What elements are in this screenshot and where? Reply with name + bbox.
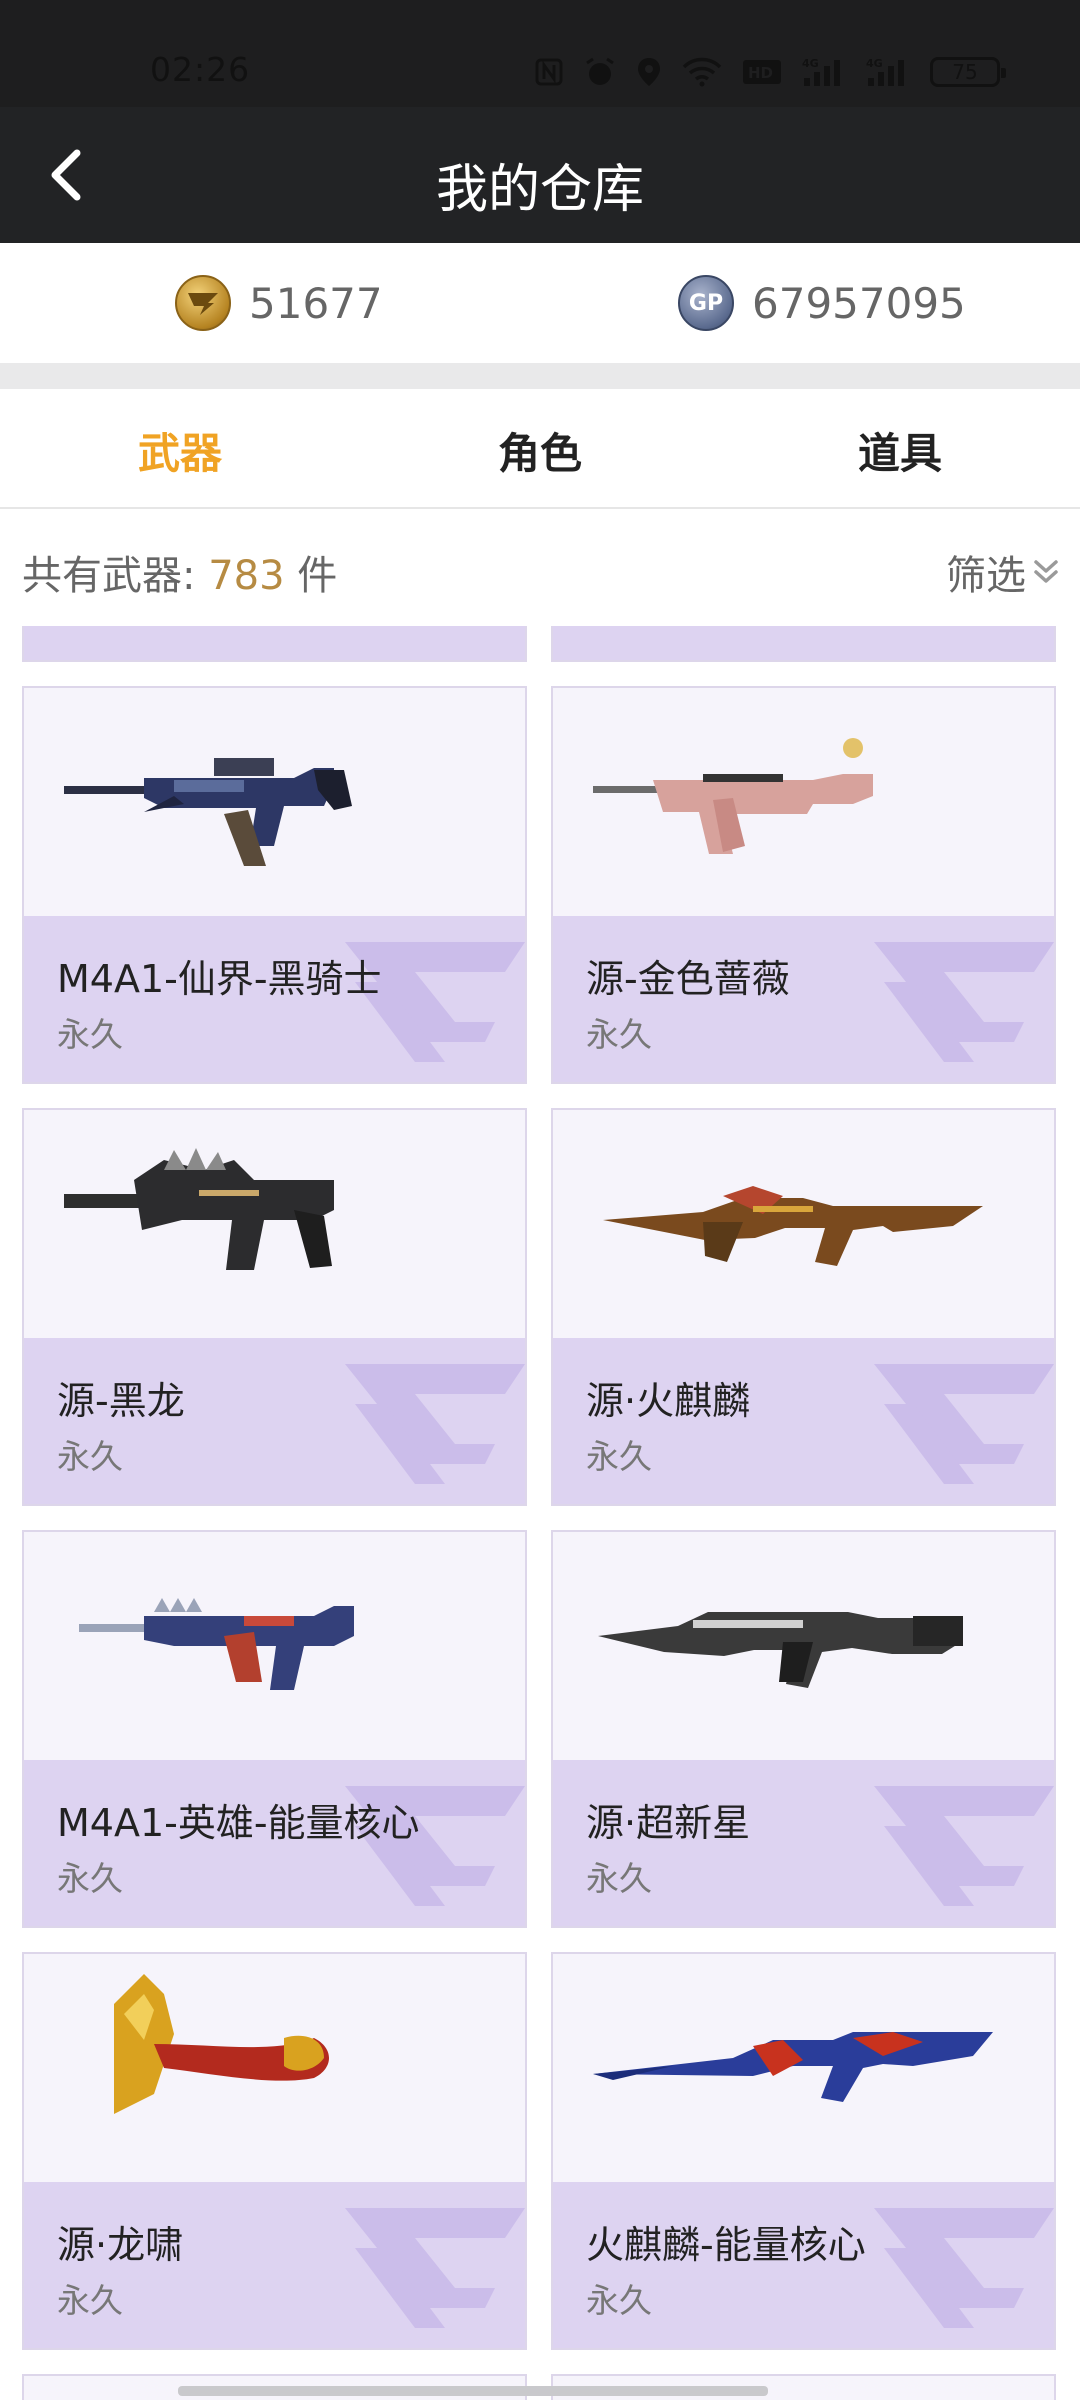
weapon-image: [24, 688, 525, 916]
weapon-info: M4A1-仙界-黑骑士 永久: [24, 916, 525, 1082]
double-chevron-down-icon: [1034, 560, 1058, 583]
weapon-card-partial[interactable]: [22, 626, 527, 662]
location-icon: [636, 56, 662, 88]
nav-bar: 我的仓库: [0, 107, 1080, 243]
tab-items[interactable]: 道具: [720, 389, 1080, 509]
weapon-image: [24, 1954, 525, 2182]
weapon-duration: 永久: [57, 1437, 123, 1476]
weapon-card[interactable]: M4A1-英雄-能量核心 永久: [22, 1530, 527, 1928]
weapon-card[interactable]: 源·龙啸 永久: [22, 1952, 527, 2350]
battery-icon: 75: [930, 57, 1006, 87]
cf-watermark-icon: [874, 1786, 1054, 1906]
weapon-name: 源·龙啸: [57, 2223, 184, 2267]
weapon-grid: M4A1-仙界-黑骑士 永久 源-金色蔷薇 永久 源-黑龙 永久 源·火麒麟 永…: [0, 626, 1080, 2400]
status-bar: 02:26 HD 4G 4G 75: [0, 0, 1080, 107]
alarm-icon: [584, 56, 616, 88]
weapon-info: 源-金色蔷薇 永久: [553, 916, 1054, 1082]
cf-watermark-icon: [345, 2208, 525, 2328]
category-tabs: 武器 角色 道具: [0, 389, 1080, 509]
weapon-count-value: 783: [208, 553, 285, 599]
weapon-image: [553, 1532, 1054, 1760]
weapon-image: [24, 1532, 525, 1760]
weapon-duration: 永久: [57, 2281, 123, 2320]
status-time: 02:26: [150, 50, 251, 89]
hd-icon: HD: [742, 58, 782, 86]
filter-label: 筛选: [946, 553, 1026, 599]
weapon-duration: 永久: [586, 1859, 652, 1898]
weapon-info: M4A1-英雄-能量核心 永久: [24, 1760, 525, 1926]
weapon-info: 源·超新星 永久: [553, 1760, 1054, 1926]
cf-points-value: 51677: [249, 278, 383, 328]
gp-points-value: 67957095: [752, 278, 966, 328]
gp-coin-icon: GP: [678, 275, 734, 331]
weapon-card[interactable]: 火麒麟-能量核心 永久: [551, 1952, 1056, 2350]
wifi-icon: [682, 57, 722, 87]
svg-text:4G: 4G: [802, 57, 819, 70]
section-divider: [0, 363, 1080, 389]
cf-watermark-icon: [874, 1364, 1054, 1484]
weapon-info: 源·火麒麟 永久: [553, 1338, 1054, 1504]
signal-4g-icon: 4G: [802, 56, 846, 88]
horizontal-scrollbar[interactable]: [178, 2386, 768, 2396]
weapon-count-prefix: 共有武器:: [22, 553, 196, 599]
weapon-count-label: 共有武器: 783 件: [22, 543, 337, 601]
weapon-image: [553, 1954, 1054, 2182]
status-icons: HD 4G 4G 75: [534, 52, 1006, 92]
tab-characters[interactable]: 角色: [360, 389, 720, 509]
cf-points: 51677: [175, 273, 383, 333]
page-title: 我的仓库: [435, 160, 644, 220]
weapon-card[interactable]: M4A1-仙界-黑骑士 永久: [22, 686, 527, 1084]
weapon-name: M4A1-英雄-能量核心: [57, 1801, 420, 1845]
weapon-image: [553, 1110, 1054, 1338]
weapon-info: 源·龙啸 永久: [24, 2182, 525, 2348]
gp-points: GP 67957095: [678, 273, 966, 333]
weapon-duration: 永久: [57, 1015, 123, 1054]
weapon-card[interactable]: 源·超新星 永久: [551, 1530, 1056, 1928]
weapon-card-partial[interactable]: [551, 626, 1056, 662]
filter-button[interactable]: 筛选: [946, 543, 1060, 601]
cf-coin-icon: [175, 275, 231, 331]
weapon-image: [24, 1110, 525, 1338]
weapon-duration: 永久: [586, 2281, 652, 2320]
weapon-count-unit: 件: [297, 553, 338, 599]
weapon-duration: 永久: [586, 1015, 652, 1054]
nfc-icon: [534, 57, 564, 87]
cf-watermark-icon: [345, 1364, 525, 1484]
weapon-name: 火麒麟-能量核心: [586, 2223, 866, 2267]
tab-weapons[interactable]: 武器: [0, 389, 360, 509]
weapon-duration: 永久: [586, 1437, 652, 1476]
cf-watermark-icon: [874, 942, 1054, 1062]
weapon-name: 源-黑龙: [57, 1379, 185, 1423]
weapon-card[interactable]: 源-黑龙 永久: [22, 1108, 527, 1506]
weapon-info: 源-黑龙 永久: [24, 1338, 525, 1504]
cf-watermark-icon: [874, 2208, 1054, 2328]
svg-text:4G: 4G: [866, 57, 883, 70]
weapon-card[interactable]: 源-金色蔷薇 永久: [551, 686, 1056, 1084]
weapon-card[interactable]: 源·火麒麟 永久: [551, 1108, 1056, 1506]
weapon-name: 源-金色蔷薇: [586, 957, 790, 1001]
currency-row: 51677 GP 67957095: [0, 243, 1080, 363]
signal-4g-icon-2: 4G: [866, 56, 910, 88]
weapon-info: 火麒麟-能量核心 永久: [553, 2182, 1054, 2348]
svg-text:HD: HD: [748, 64, 773, 82]
summary-row: 共有武器: 783 件 筛选: [0, 511, 1080, 626]
weapon-name: 源·火麒麟: [586, 1379, 751, 1423]
weapon-duration: 永久: [57, 1859, 123, 1898]
weapon-name: 源·超新星: [586, 1801, 751, 1845]
weapon-name: M4A1-仙界-黑骑士: [57, 957, 382, 1001]
weapon-image: [553, 688, 1054, 916]
